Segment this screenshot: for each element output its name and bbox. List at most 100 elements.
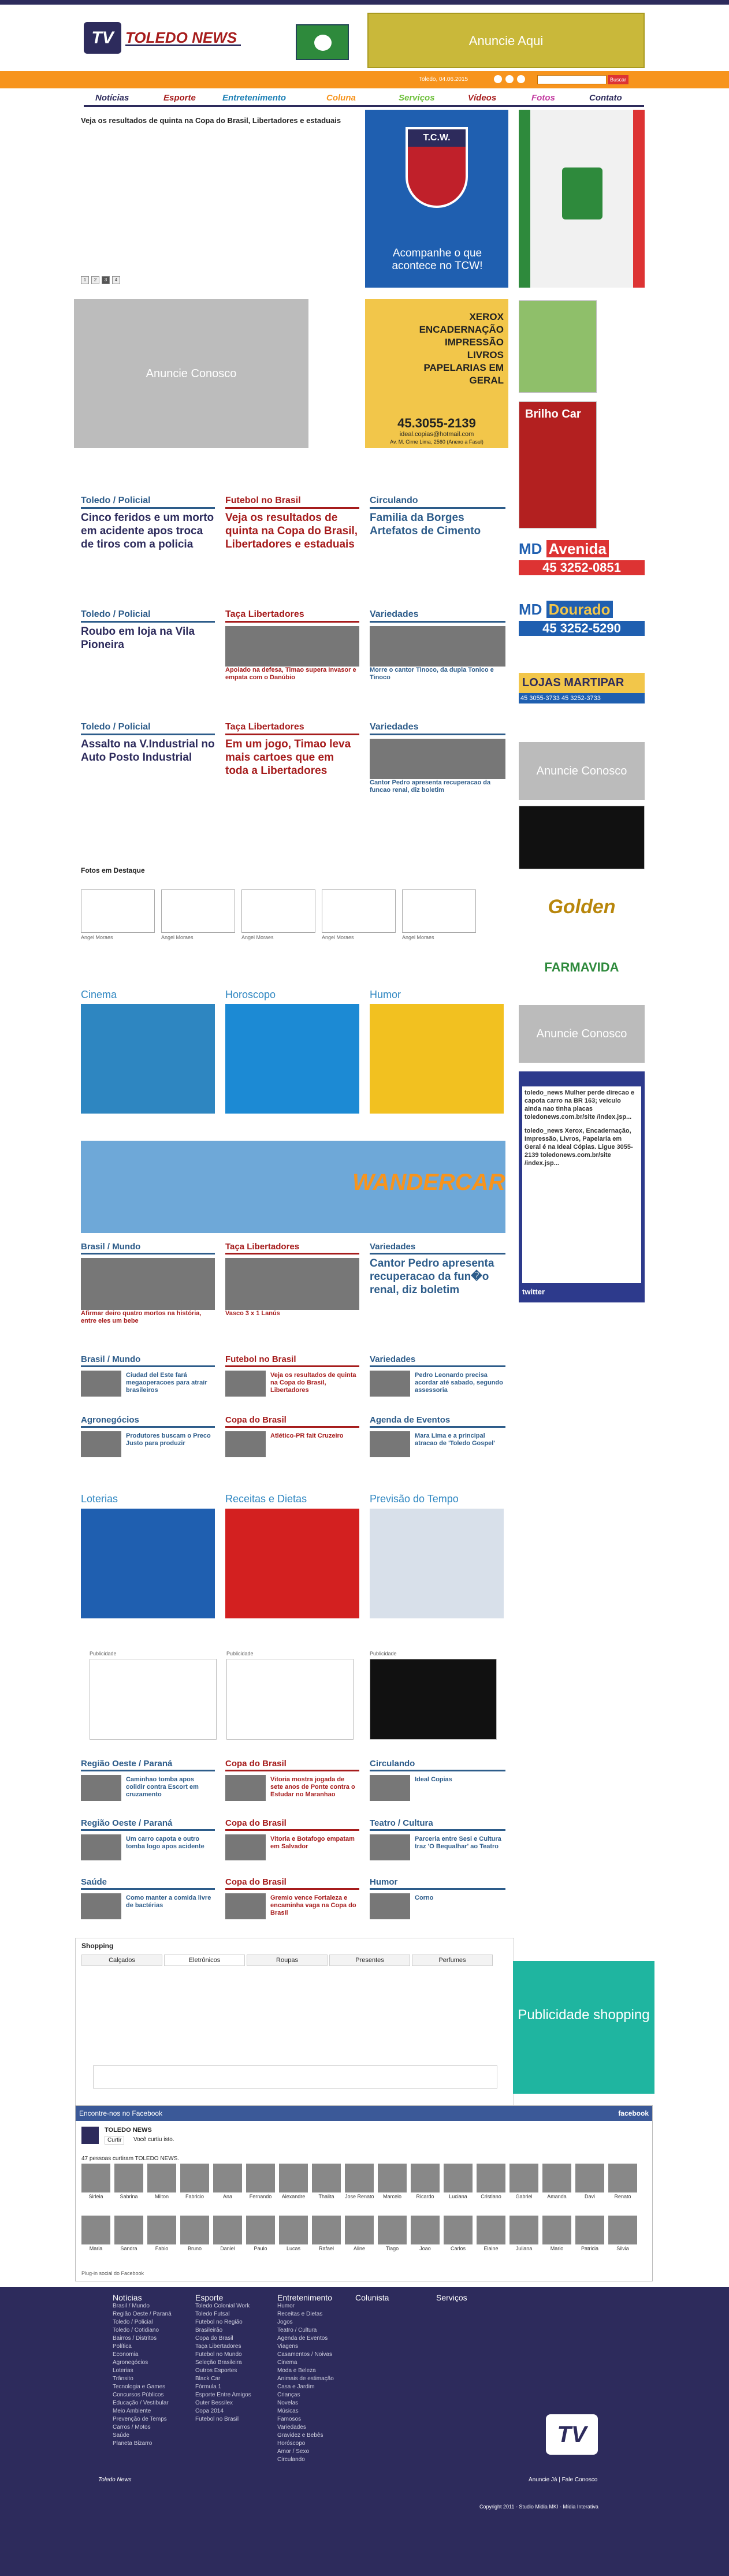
publicidade-ad[interactable] [370,1659,497,1740]
footer-link[interactable]: Toledo / Cotidiano [113,2326,188,2335]
footer-link[interactable]: Cinema [277,2359,352,2367]
fb-page-name[interactable]: TOLEDO NEWS [105,2127,152,2134]
footer-link[interactable]: Receitas e Dietas [277,2310,352,2318]
article-thumbnail[interactable] [81,1258,215,1310]
article-thumbnail[interactable] [370,1893,410,1919]
footer-link[interactable]: Prevenção de Temps [113,2415,188,2424]
section-category[interactable]: Variedades [370,609,505,623]
shopping-ad[interactable]: Publicidade shopping [513,1961,654,2094]
footer-link[interactable]: Toledo / Policial [113,2318,188,2326]
footer-link[interactable]: Bairros / Distritos [113,2335,188,2343]
footer-link[interactable]: Agenda de Eventos [277,2335,352,2343]
article-caption[interactable]: Ideal Copias [415,1776,504,1784]
section-category[interactable]: Futebol no Brasil [225,1354,359,1367]
fb-person[interactable]: Silvia [608,2216,637,2262]
section-category[interactable]: Toledo / Policial [81,496,215,509]
fb-person[interactable]: Gabriel [509,2164,538,2210]
footer-link[interactable]: Futebol no Brasil [195,2415,270,2424]
nav-item-1[interactable]: Esporte [163,93,196,103]
footer-link[interactable]: Amor / Sexo [277,2448,352,2456]
fb-person[interactable]: Paulo [246,2216,275,2262]
fb-person[interactable]: Thalita [312,2164,341,2210]
row5-item[interactable]: Variedades Pedro Leonardo precisa acordar… [370,1354,505,1409]
footer-link[interactable]: Outer Bessilex [195,2399,270,2407]
article-thumbnail[interactable] [225,626,359,667]
article-thumbnail[interactable] [225,1258,359,1310]
tile-title[interactable]: Cinema [81,989,117,1001]
article-caption[interactable]: Vitoria mostra jogada de sete anos de Po… [270,1776,358,1799]
footer-link[interactable]: Economia [113,2351,188,2359]
section-category[interactable]: Variedades [370,722,505,735]
article-thumbnail[interactable] [370,1775,410,1801]
row8-item[interactable]: Teatro / Cultura Parceria entre Sesi e Cu… [370,1818,505,1862]
fb-person[interactable]: Mario [542,2216,571,2262]
golden-side-ad[interactable]: Golden [519,875,645,939]
tile-title[interactable]: Horoscopo [225,989,276,1001]
footer-links[interactable]: Anuncie Já | Fale Conosco [529,2477,597,2483]
row8-item[interactable]: Copa do Brasil Vitoria e Botafogo empatam… [225,1818,359,1862]
article-thumbnail[interactable] [81,1834,121,1860]
slider-page-1[interactable]: 2 [91,276,99,284]
slider-page-2[interactable]: 3 [102,276,110,284]
footer-link[interactable]: Horóscopo [277,2440,352,2448]
article-thumbnail[interactable] [225,1431,266,1457]
tile-image[interactable] [225,1509,359,1618]
footer-link[interactable]: Tecnologia e Games [113,2383,188,2391]
footer-link[interactable]: Meio Ambiente [113,2407,188,2415]
fb-person[interactable]: Tiago [378,2216,407,2262]
twitter-brand[interactable]: twitter [522,1287,641,1296]
publicidade-ad[interactable] [226,1659,354,1740]
footer-link[interactable]: Concursos Públicos [113,2391,188,2399]
article-headline[interactable]: Em um jogo, Timao leva mais cartoes que … [225,738,359,777]
fb-person[interactable]: Daniel [213,2216,242,2262]
footer-column-title[interactable]: Esporte [195,2293,270,2302]
tile-image[interactable] [81,1004,215,1114]
avenida-ad[interactable]: MD Avenida 45 3252-0851 [519,540,645,598]
fb-person[interactable]: Joao [411,2216,440,2262]
tweet[interactable]: toledo_news Mulher perde direcao e capot… [525,1089,639,1121]
section-category[interactable]: Copa do Brasil [225,1877,359,1890]
fb-person[interactable]: Sandra [114,2216,143,2262]
footer-link[interactable]: Fórmula 1 [195,2383,270,2391]
fb-person[interactable]: Davi [575,2164,604,2210]
wandercar-banner[interactable]: WANDERCAR [81,1141,505,1233]
tile-image[interactable] [370,1509,504,1618]
footer-link[interactable]: Educação / Vestibular [113,2399,188,2407]
article-headline[interactable]: Familia da Borges Artefatos de Cimento [370,511,505,538]
article-caption[interactable]: Ciudad del Este fará megaoperacoes para … [126,1372,214,1394]
shopping-tab[interactable]: Calçados [81,1955,162,1966]
article-thumbnail[interactable] [81,1775,121,1801]
section-category[interactable]: Brasil / Mundo [81,1354,215,1367]
row8-item[interactable]: Região Oeste / Paraná Um carro capota e o… [81,1818,215,1862]
shopping-tab[interactable]: Presentes [329,1955,410,1966]
fb-person[interactable]: Ricardo [411,2164,440,2210]
row7-item[interactable]: Circulando Ideal Copias [370,1759,505,1802]
fb-person[interactable]: Renato [608,2164,637,2210]
article-thumbnail[interactable] [225,1834,266,1860]
row5-item[interactable]: Brasil / Mundo Ciudad del Este fará megao… [81,1354,215,1409]
footer-link[interactable]: Planeta Bizarro [113,2440,188,2448]
shopping-tab[interactable]: Roupas [247,1955,328,1966]
footer-link[interactable]: Brasil / Mundo [113,2302,188,2310]
article-thumbnail[interactable] [225,1775,266,1801]
search-button[interactable]: Buscar [608,75,628,84]
article-thumbnail[interactable] [370,1371,410,1397]
nav-item-0[interactable]: Notícias [95,93,129,103]
article-thumbnail[interactable] [370,626,505,667]
tile-image[interactable] [225,1004,359,1114]
footer-link[interactable]: Região Oeste / Paraná [113,2310,188,2318]
fb-person[interactable]: Carlos [444,2216,473,2262]
fb-person[interactable]: Ana [213,2164,242,2210]
tile-title[interactable]: Humor [370,989,401,1001]
footer-link[interactable]: Crianças [277,2391,352,2399]
row3-item[interactable]: Toledo / Policial Assalto na V.Industrial… [81,722,215,797]
article-caption[interactable]: Pedro Leonardo precisa acordar até sabad… [415,1372,504,1394]
nav-item-3[interactable]: Coluna [326,93,356,103]
article-thumbnail[interactable] [370,1834,410,1860]
rss-icon[interactable] [494,75,502,83]
footer-link[interactable]: Black Car [195,2375,270,2383]
tweet-list[interactable]: toledo_news Mulher perde direcao e capot… [522,1086,641,1283]
publicidade-ad[interactable] [90,1659,217,1740]
section-category[interactable]: Humor [370,1877,505,1890]
header-ad[interactable]: Anuncie Aqui [367,13,645,68]
